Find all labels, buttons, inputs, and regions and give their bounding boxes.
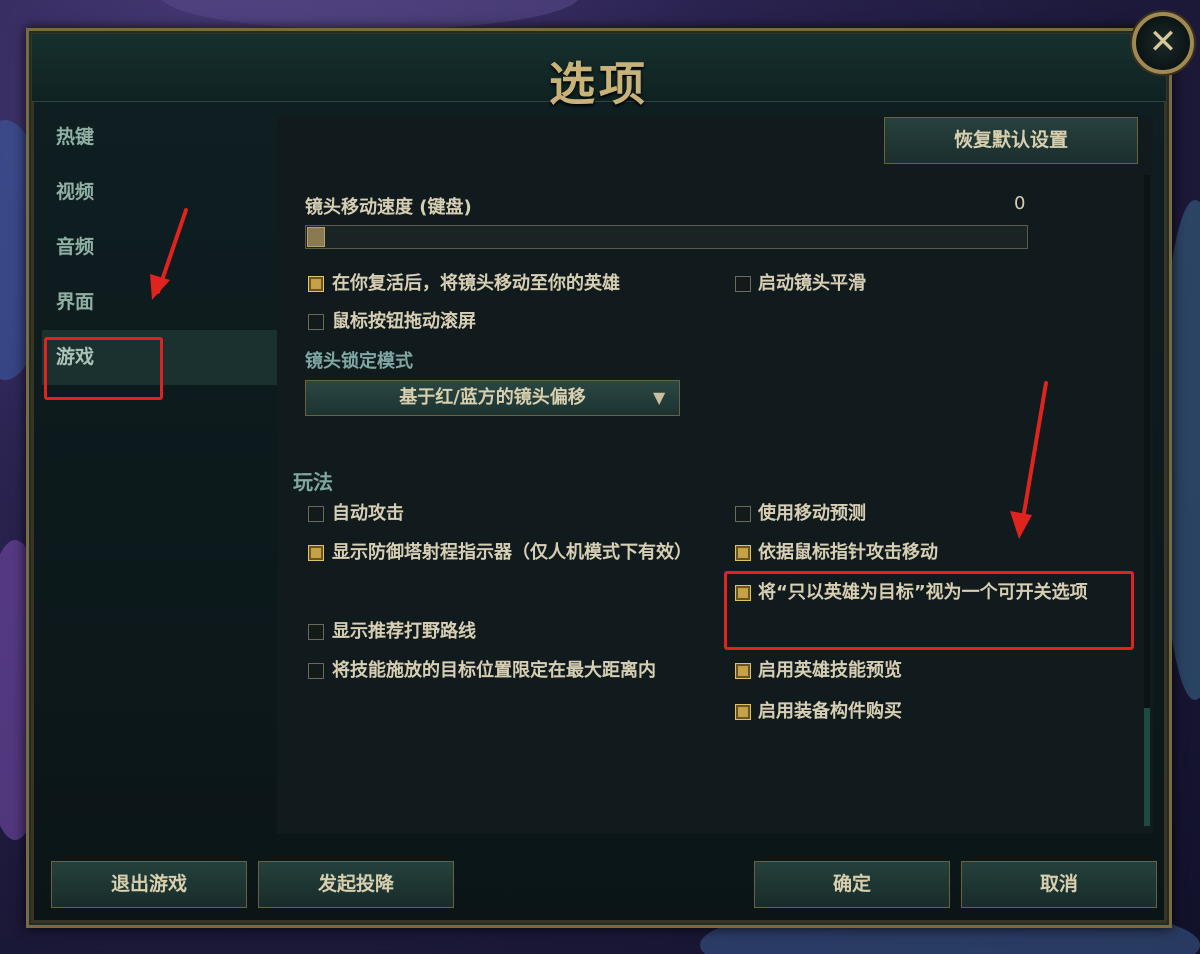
scrollbar-thumb[interactable] — [1144, 708, 1150, 826]
respawn-camera-label: 在你复活后，将镜头移动至你的英雄 — [332, 273, 620, 294]
chevron-down-icon: ▼ — [653, 388, 666, 407]
move-prediction-checkbox[interactable] — [735, 506, 751, 522]
camera-smoothing-label: 启动镜头平滑 — [758, 273, 866, 294]
close-button[interactable]: ✕ — [1132, 12, 1194, 74]
gameplay-section-title: 玩法 — [293, 470, 333, 494]
ok-button[interactable]: 确定 — [754, 861, 950, 908]
jungle-path-label: 显示推荐打野路线 — [332, 621, 476, 642]
auto-attack-checkbox[interactable] — [308, 506, 324, 522]
camera-speed-value: 0 — [1014, 193, 1026, 214]
camera-speed-slider[interactable] — [305, 225, 1028, 249]
attack-move-cursor-checkbox[interactable] — [735, 545, 751, 561]
camera-speed-slider-handle[interactable] — [307, 227, 325, 247]
camera-lock-mode-select[interactable]: 基于红/蓝方的镜头偏移 — [305, 380, 680, 416]
attack-move-cursor-label: 依据鼠标指针攻击移动 — [758, 542, 938, 563]
tower-range-label: 显示防御塔射程指示器（仅人机模式下有效） — [332, 542, 692, 563]
surrender-button[interactable]: 发起投降 — [258, 861, 454, 908]
arrow-icon — [1010, 381, 1048, 539]
cancel-button[interactable]: 取消 — [961, 861, 1157, 908]
component-purchase-label: 启用装备构件购买 — [758, 701, 902, 722]
respawn-camera-checkbox[interactable] — [308, 276, 324, 292]
exit-game-button[interactable]: 退出游戏 — [51, 861, 247, 908]
clamp-cast-range-label: 将技能施放的目标位置限定在最大距离内 — [332, 660, 656, 681]
mouse-drag-scroll-label: 鼠标按钮拖动滚屏 — [332, 311, 476, 332]
mouse-drag-scroll-checkbox[interactable] — [308, 314, 324, 330]
component-purchase-checkbox[interactable] — [735, 704, 751, 720]
background-art — [160, 0, 580, 30]
close-icon: ✕ — [1148, 22, 1178, 62]
auto-attack-label: 自动攻击 — [332, 503, 404, 524]
highlight-box — [724, 571, 1134, 650]
arrow-icon — [150, 208, 188, 300]
dialog-header: 选项 — [32, 34, 1166, 111]
ability-preview-label: 启用英雄技能预览 — [758, 660, 902, 681]
clamp-cast-range-checkbox[interactable] — [308, 663, 324, 679]
ability-preview-checkbox[interactable] — [735, 663, 751, 679]
jungle-path-checkbox[interactable] — [308, 624, 324, 640]
camera-lock-mode-label: 镜头锁定模式 — [305, 351, 413, 372]
highlight-box — [44, 337, 163, 400]
restore-defaults-button[interactable]: 恢复默认设置 — [884, 117, 1138, 164]
move-prediction-label: 使用移动预测 — [758, 503, 866, 524]
dialog-title: 选项 — [549, 57, 649, 111]
tower-range-checkbox[interactable] — [308, 545, 324, 561]
camera-speed-label: 镜头移动速度 (键盘) — [305, 197, 472, 218]
camera-smoothing-checkbox[interactable] — [735, 276, 751, 292]
sidebar-item-hotkeys[interactable]: 热键 — [42, 110, 278, 165]
